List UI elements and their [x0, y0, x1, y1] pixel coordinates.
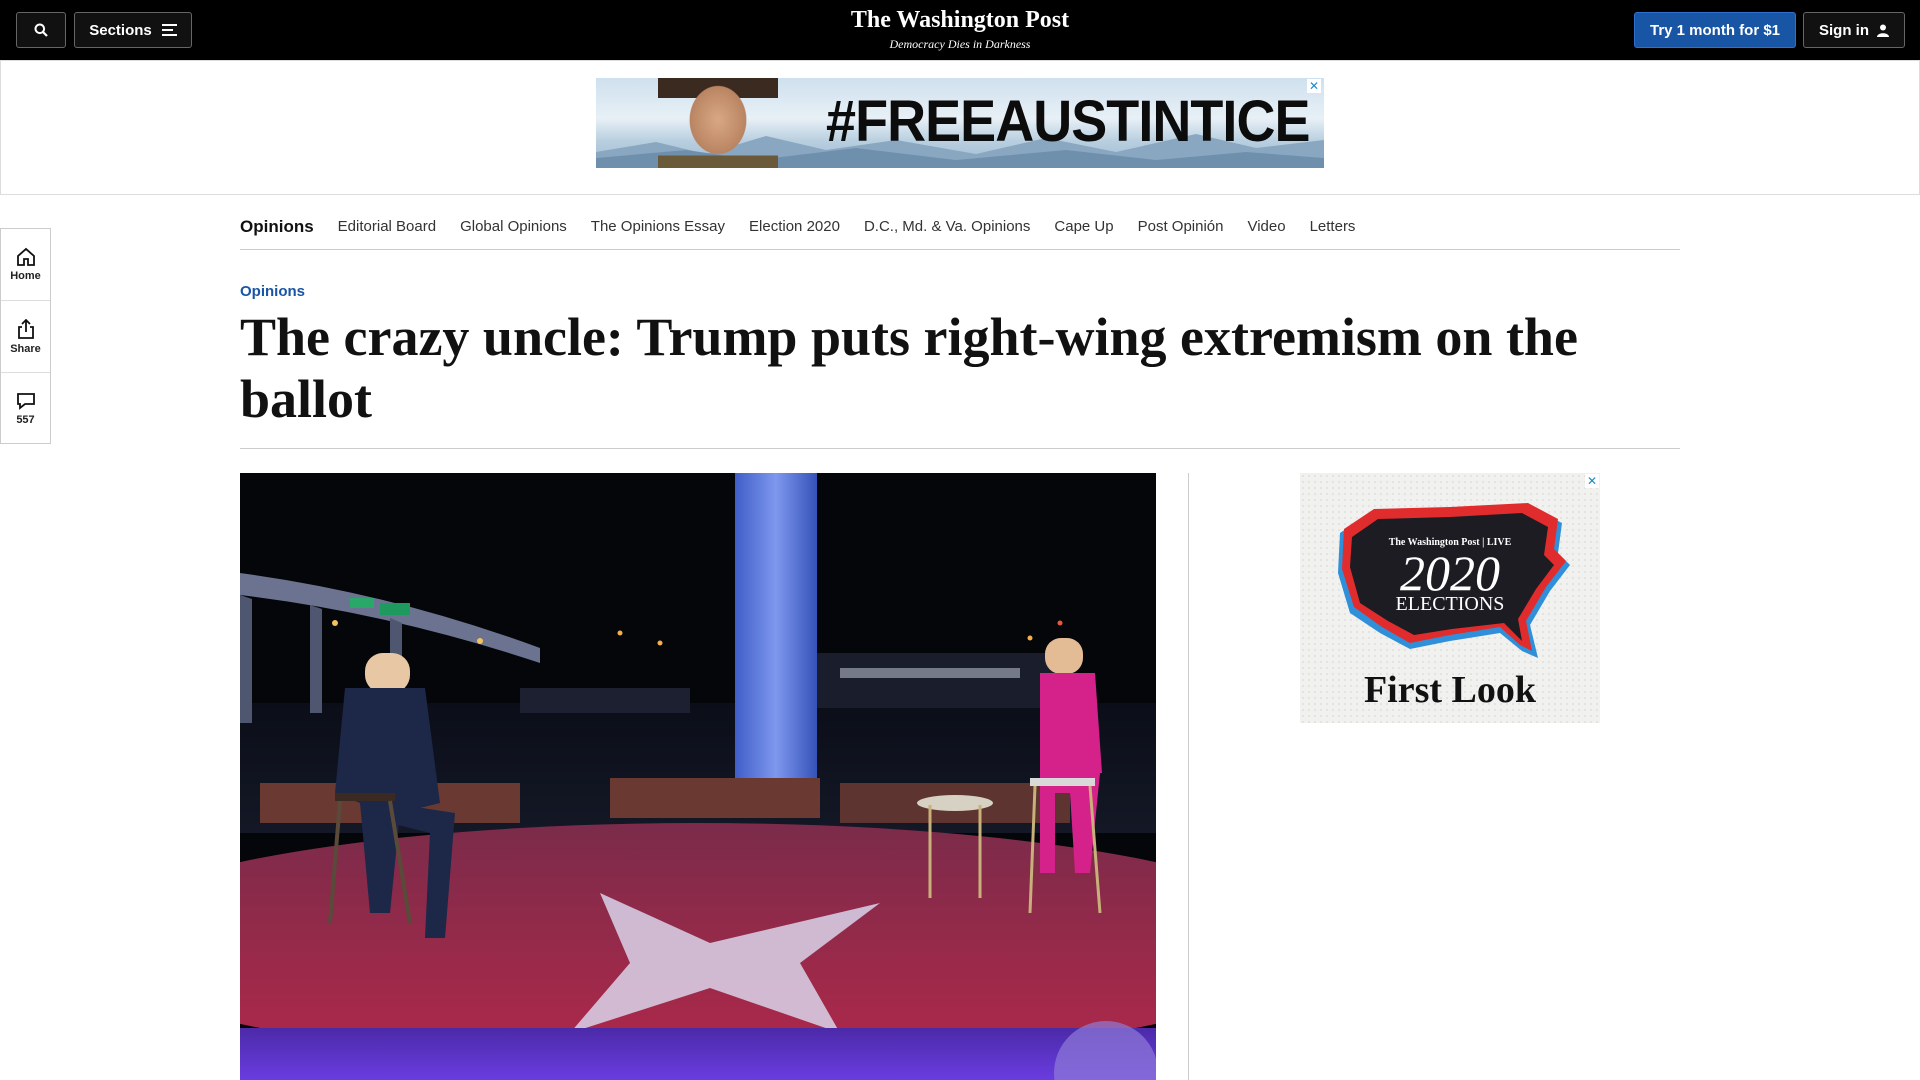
menu-icon	[161, 24, 177, 36]
nav-global-opinions[interactable]: Global Opinions	[460, 218, 567, 235]
article-headline: The crazy uncle: Trump puts right-wing e…	[240, 307, 1578, 429]
search-button[interactable]	[16, 12, 66, 48]
ad-tagline: First Look	[1363, 669, 1537, 711]
rail-share[interactable]: Share	[1, 301, 50, 373]
logo-title: The Washington Post	[850, 7, 1070, 33]
nav-editorial-board[interactable]: Editorial Board	[338, 218, 436, 235]
sections-label: Sections	[89, 21, 152, 39]
nav-letters[interactable]: Letters	[1310, 218, 1356, 235]
section-nav: Opinions Editorial Board Global Opinions…	[240, 204, 1680, 250]
ad-portrait	[658, 78, 778, 168]
article-lead-image[interactable]	[240, 473, 1156, 1080]
lead-photo-illustration	[240, 473, 1156, 1080]
article-kicker[interactable]: Opinions	[240, 283, 305, 300]
nav-election-2020[interactable]: Election 2020	[749, 218, 840, 235]
nav-post-opinion[interactable]: Post Opinión	[1138, 218, 1224, 235]
side-ad-close-button[interactable]: ✕	[1585, 474, 1599, 488]
rail-comments[interactable]: 557	[1, 373, 50, 445]
signin-label: Sign in	[1819, 21, 1869, 39]
nav-opinions[interactable]: Opinions	[240, 217, 314, 237]
rail-home[interactable]: Home	[1, 229, 50, 301]
headline-divider	[240, 448, 1680, 449]
signin-button[interactable]: Sign in	[1803, 12, 1905, 48]
rail-share-label: Share	[10, 342, 41, 355]
left-rail: Home Share 557	[0, 228, 51, 444]
ad-elections-label: ELECTIONS	[1395, 593, 1505, 615]
site-header: Sections The Washington Post Democracy D…	[0, 0, 1920, 60]
nav-video[interactable]: Video	[1247, 218, 1285, 235]
sections-button[interactable]: Sections	[74, 12, 192, 48]
rail-home-label: Home	[10, 270, 41, 282]
search-icon	[34, 23, 48, 37]
top-ad-banner[interactable]: #FREEAUSTINTICE	[596, 78, 1324, 168]
home-icon	[16, 247, 35, 266]
nav-cape-up[interactable]: Cape Up	[1054, 218, 1113, 235]
side-ad-banner[interactable]: The Washington Post | LIVE 2020 ELECTION…	[1300, 473, 1600, 723]
site-logo[interactable]: The Washington Post Democracy Dies in Da…	[760, 6, 1160, 52]
user-icon	[1877, 24, 1889, 37]
comment-icon	[16, 393, 35, 410]
nav-dc-md-va-opinions[interactable]: D.C., Md. & Va. Opinions	[864, 218, 1030, 235]
subscribe-button[interactable]: Try 1 month for $1	[1634, 12, 1796, 48]
comment-count: 557	[16, 414, 35, 426]
logo-tagline: Democracy Dies in Darkness	[889, 37, 1031, 51]
nav-opinions-essay[interactable]: The Opinions Essay	[591, 218, 725, 235]
share-icon	[17, 318, 34, 339]
top-ad-close-button[interactable]: ✕	[1307, 79, 1321, 93]
ad-headline: #FREEAUSTINTICE	[826, 89, 1310, 154]
column-divider	[1188, 473, 1189, 1080]
